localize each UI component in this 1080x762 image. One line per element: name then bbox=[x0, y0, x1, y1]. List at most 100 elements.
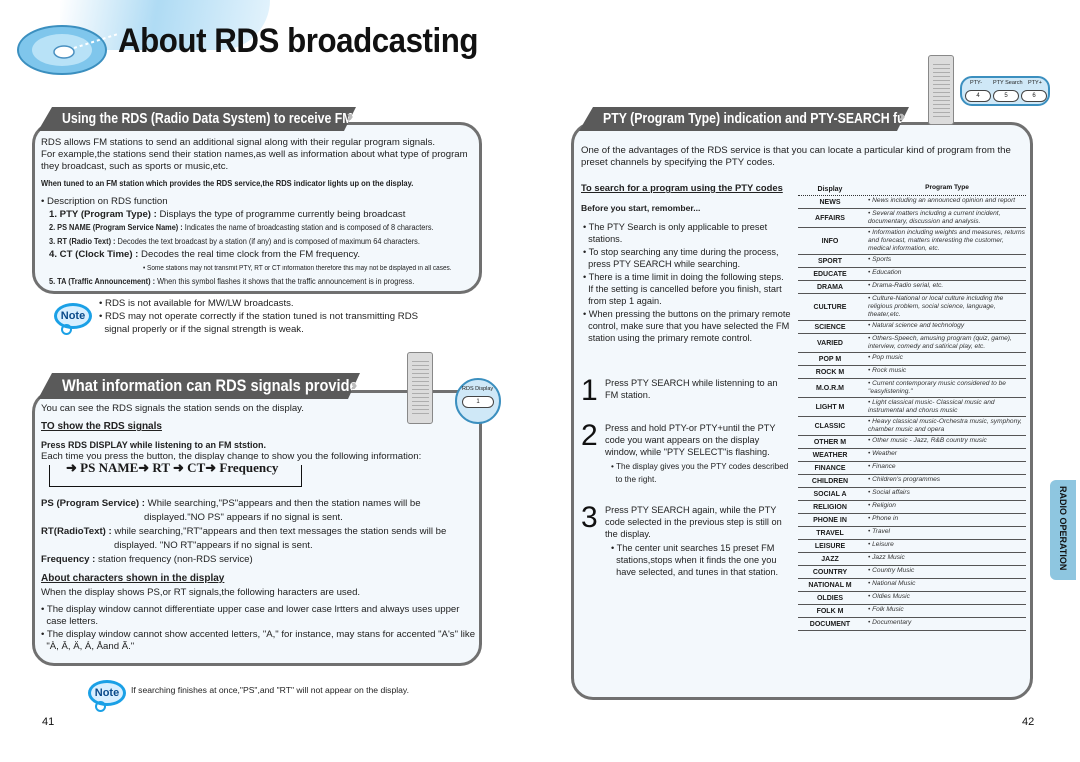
ps-description: PS (Program Service) : While searching,"… bbox=[41, 498, 421, 509]
step-line: Press and hold PTY-or PTY+until the PTY bbox=[605, 423, 776, 433]
pty-code: ROCK M bbox=[815, 368, 845, 376]
pty-code: DRAMA bbox=[816, 283, 844, 291]
pty-table-row: NEWS • News including an announced opinio… bbox=[798, 196, 1026, 209]
pty-code: LEISURE bbox=[814, 542, 846, 550]
pty-bullet-line: If the setting is cancelled before you f… bbox=[583, 284, 782, 294]
pty-table-row: OLDIES • Oldies Music bbox=[798, 592, 1026, 605]
show-rds-subheading: TO show the RDS signals bbox=[41, 421, 162, 432]
pty-code: DOCUMENT bbox=[809, 620, 851, 628]
pty-table-row: LEISURE • Leisure bbox=[798, 540, 1026, 553]
pty-description: • Pop music bbox=[868, 354, 903, 361]
pty-table-row: NATIONAL M • National Music bbox=[798, 579, 1026, 592]
pty-code: AFFAIRS bbox=[815, 214, 845, 222]
step-subnote: stations,stops when it finds the one you bbox=[611, 555, 777, 565]
pty-search-subheading: To search for a program using the PTY co… bbox=[581, 182, 783, 193]
pty-step: 3 Press PTY SEARCH again, while the PTY co… bbox=[581, 501, 798, 578]
section-heading-pty: PTY (Program Type) indication and PTY-SE… bbox=[579, 107, 909, 131]
description-bullet: • Description on RDS function bbox=[41, 196, 168, 207]
pty-description: • Documentary bbox=[868, 619, 912, 626]
pty-description: • Folk Music bbox=[868, 606, 904, 613]
rt-description-cont: displayed. "NO RT"appears if no signal i… bbox=[114, 540, 313, 551]
pty-bullet-line: • There is a time limit in doing the fol… bbox=[583, 272, 784, 282]
pty-code: CULTURE bbox=[813, 303, 847, 311]
pty-description: • Other music - Jazz, R&B country music bbox=[868, 437, 987, 444]
pty-code: FOLK M bbox=[816, 607, 844, 615]
rds-function-item-ta: 5. TA (Traffic Announcement) : When this… bbox=[49, 277, 415, 286]
pty-step: 1 Press PTY SEARCH while listenning to an… bbox=[581, 376, 798, 406]
step-number: 3 bbox=[581, 501, 598, 534]
step-line: code selected in the previous step is st… bbox=[605, 517, 782, 527]
pty-intro-line-1: One of the advantages of the RDS service… bbox=[581, 145, 1011, 156]
pty-code: NEWS bbox=[819, 198, 841, 206]
pty-search-label: PTY Search bbox=[993, 80, 1023, 86]
pty-bullet-line: • When pressing the buttons on the prima… bbox=[583, 309, 791, 319]
step-number: 1 bbox=[581, 374, 598, 407]
pty-keys-callout: PTY- PTY Search PTY+ 4 5 6 bbox=[960, 76, 1050, 106]
note-searching-text: If searching finishes at once,"PS",and "… bbox=[131, 685, 409, 695]
pty-table-row: SPORT • Sports bbox=[798, 255, 1026, 268]
rds-display-button-label: RDS Display bbox=[462, 386, 494, 392]
pty-description: • Rock music bbox=[868, 367, 907, 374]
frequency-description: Frequency : station frequency (non-RDS s… bbox=[41, 554, 253, 565]
section-heading-using-rds: Using the RDS (Radio Data System) to rec… bbox=[38, 107, 356, 131]
step-subnote: have selected, and tunes in that station… bbox=[611, 567, 779, 577]
characters-bullet-1-cont: case letters. bbox=[41, 616, 99, 627]
pty-table-row: DRAMA • Drama-Radio serial, etc. bbox=[798, 281, 1026, 294]
pty-table-row: ROCK M • Rock music bbox=[798, 366, 1026, 379]
pty-code: INFO bbox=[821, 237, 839, 245]
rds-indicator-note: When tuned to an FM station which provid… bbox=[41, 179, 414, 188]
pty-description: • Current contemporary music considered … bbox=[868, 380, 1006, 395]
pty-table-row: PHONE IN • Phone in bbox=[798, 514, 1026, 527]
pty-table-row: AFFAIRS • Several matters including a cur… bbox=[798, 209, 1026, 228]
step-line: code you want appears on the display bbox=[605, 435, 760, 445]
rds-function-item-pty: 1. PTY (Program Type) : Displays the typ… bbox=[49, 209, 406, 220]
pty-code: EDUCATE bbox=[813, 270, 847, 278]
pty-table-row: FINANCE • Finance bbox=[798, 462, 1026, 475]
pty-table-row: M.O.R.M • Current contemporary music cons… bbox=[798, 379, 1026, 398]
pty-minus-button: 4 bbox=[965, 90, 991, 102]
pty-code: OTHER M bbox=[813, 438, 847, 446]
note-badge: Note bbox=[88, 680, 126, 712]
pty-code: SOCIAL A bbox=[813, 490, 847, 498]
pty-table-row: JAZZ • Jazz Music bbox=[798, 553, 1026, 566]
pty-description: • Social affairs bbox=[868, 489, 910, 496]
pty-code: COUNTRY bbox=[812, 568, 848, 576]
pty-code: SCIENCE bbox=[814, 323, 846, 331]
pty-bullet-line: control, make sure that you have selecte… bbox=[583, 321, 790, 331]
pty-table-row: DOCUMENT • Documentary bbox=[798, 618, 1026, 631]
pty-description: • Weather bbox=[868, 450, 897, 457]
pty-description: • National Music bbox=[868, 580, 916, 587]
pty-code: TRAVEL bbox=[816, 529, 844, 537]
ps-description-cont: displayed."NO PS" appears if no signal i… bbox=[144, 512, 343, 523]
header-display: Display bbox=[817, 185, 843, 193]
pty-search-bullets: • The PTY Search is only applicable to p… bbox=[583, 221, 798, 345]
pty-step: 2 Press and hold PTY-or PTY+until the PTY… bbox=[581, 421, 798, 486]
pty-code: SPORT bbox=[817, 257, 843, 265]
step-line: Press PTY SEARCH while listenning to an bbox=[605, 378, 778, 388]
pty-description: • Information including weights and meas… bbox=[868, 229, 1025, 252]
rds-signals-intro: You can see the RDS signals the station … bbox=[41, 403, 304, 414]
rds-display-callout: RDS Display 1 bbox=[455, 378, 501, 424]
page-title: About RDS broadcasting bbox=[118, 22, 479, 60]
pty-description: • Heavy classical music-Orchestra music,… bbox=[868, 418, 1022, 433]
pty-plus-label: PTY+ bbox=[1028, 80, 1042, 86]
page-number-right: 42 bbox=[1022, 716, 1035, 728]
pty-table-row: EDUCATE • Education bbox=[798, 268, 1026, 281]
pty-table-row: CULTURE • Culture-National or local cultu… bbox=[798, 294, 1026, 321]
pty-description: • Sports bbox=[868, 256, 892, 263]
pty-description: • Drama-Radio serial, etc. bbox=[868, 282, 944, 289]
pty-description: • Finance bbox=[868, 463, 896, 470]
pty-minus-label: PTY- bbox=[970, 80, 983, 86]
page-number-left: 41 bbox=[42, 716, 55, 728]
rds-function-item-rt: 3. RT (Radio Text) : Decodes the text br… bbox=[49, 237, 420, 246]
pty-code: CHILDREN bbox=[811, 477, 849, 485]
pty-table-row: CHILDREN • Children's programmes bbox=[798, 475, 1026, 488]
side-tab-label: RADIO OPERATION bbox=[1058, 486, 1068, 571]
pty-code: CLASSIC bbox=[814, 422, 846, 430]
characters-subheading: About characters shown in the display bbox=[41, 573, 225, 584]
rds-function-item-ps-name: 2. PS NAME (Program Service Name) : Indi… bbox=[49, 223, 434, 232]
pty-description: • Leisure bbox=[868, 541, 894, 548]
note-badge: Note bbox=[54, 303, 92, 335]
pty-bullet: • The PTY Search is only applicable to p… bbox=[583, 221, 798, 245]
pty-search-steps: 1 Press PTY SEARCH while listenning to an… bbox=[581, 376, 798, 578]
